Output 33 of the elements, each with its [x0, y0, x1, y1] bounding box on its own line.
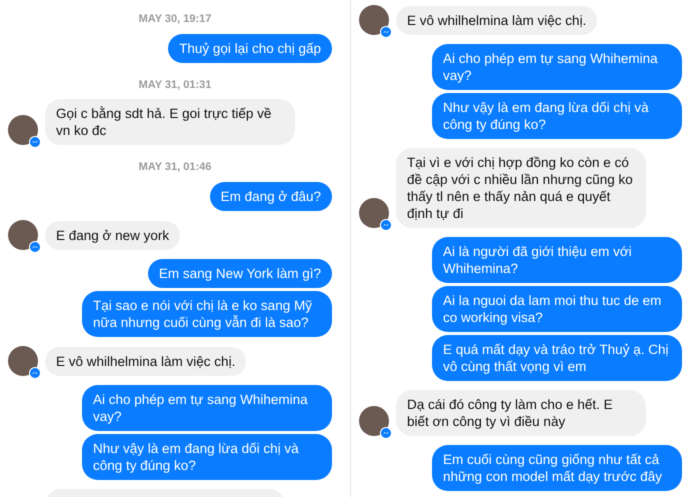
received-message: Gọi c bằng sdt hả. E goi trực tiếp về vn ko đc [45, 99, 295, 145]
received-message: E đang ở new york [45, 220, 180, 250]
timestamp: MAY 31, 01:46 [138, 160, 212, 175]
sent-message: Em đang ở đâu? [210, 182, 332, 210]
sent-message: Thuỷ gọi lại cho chị gấp [168, 34, 332, 62]
messenger-badge-icon [29, 136, 41, 148]
received-message: Dạ cái đó công ty làm cho e hết. E biết ơn công ty vì điều này [396, 390, 646, 436]
avatar [8, 220, 38, 250]
sent-message: E quá mất dạy và tráo trở Thuỷ ạ. Chị vô cùng thất vọng vì em [432, 335, 682, 381]
messenger-badge-icon [29, 366, 41, 378]
sent-message: Ai là người đã giới thiệu em với Whihemina? [432, 237, 682, 283]
timestamp: MAY 31, 01:31 [138, 78, 212, 92]
avatar [359, 406, 389, 436]
received-message: E vô whilhelmina làm việc chị. [396, 6, 598, 35]
messenger-badge-icon [380, 26, 392, 38]
sent-message: Em cuối cùng cũng giống như tất cả những con model mất dạy trước đây [432, 445, 682, 491]
messenger-badge-icon [380, 427, 392, 439]
sent-message: Ai cho phép em tự sang Whihemina vay? [82, 384, 332, 430]
messenger-badge-icon [29, 240, 41, 252]
timestamp: MAY 30, 19:17 [138, 12, 212, 27]
received-message: E vô whilhelmina làm việc chị. [45, 346, 246, 376]
messenger-badge-icon [380, 219, 392, 231]
sent-message: Như vậy là em đang lừa dối chị và công ty đúng ko? [82, 434, 332, 480]
received-message: Tại vì e với chị hợp đồng ko còn e có đề cập với c nhiều lần nhưng cũng ko thấy tl nên e thấy nản quá e quyết định tự đi [396, 148, 646, 228]
sent-message: Ai cho phép em tự sang Whihemina vay? [432, 44, 682, 90]
avatar [359, 5, 389, 35]
sent-message: Em sang New York làm gì? [148, 258, 332, 288]
sent-message: Như vậy là em đang lừa dối chị và công ty đúng ko? [432, 93, 682, 139]
avatar [359, 198, 389, 228]
sent-message: Ai la nguoi da lam moi thu tuc de em co working visa? [432, 286, 682, 332]
avatar [8, 346, 38, 376]
avatar [8, 115, 38, 145]
sent-message: Tại sao e nói với chị là e ko sang Mỹ nữa nhưng cuối cùng vẫn đi là sao? [82, 290, 332, 336]
